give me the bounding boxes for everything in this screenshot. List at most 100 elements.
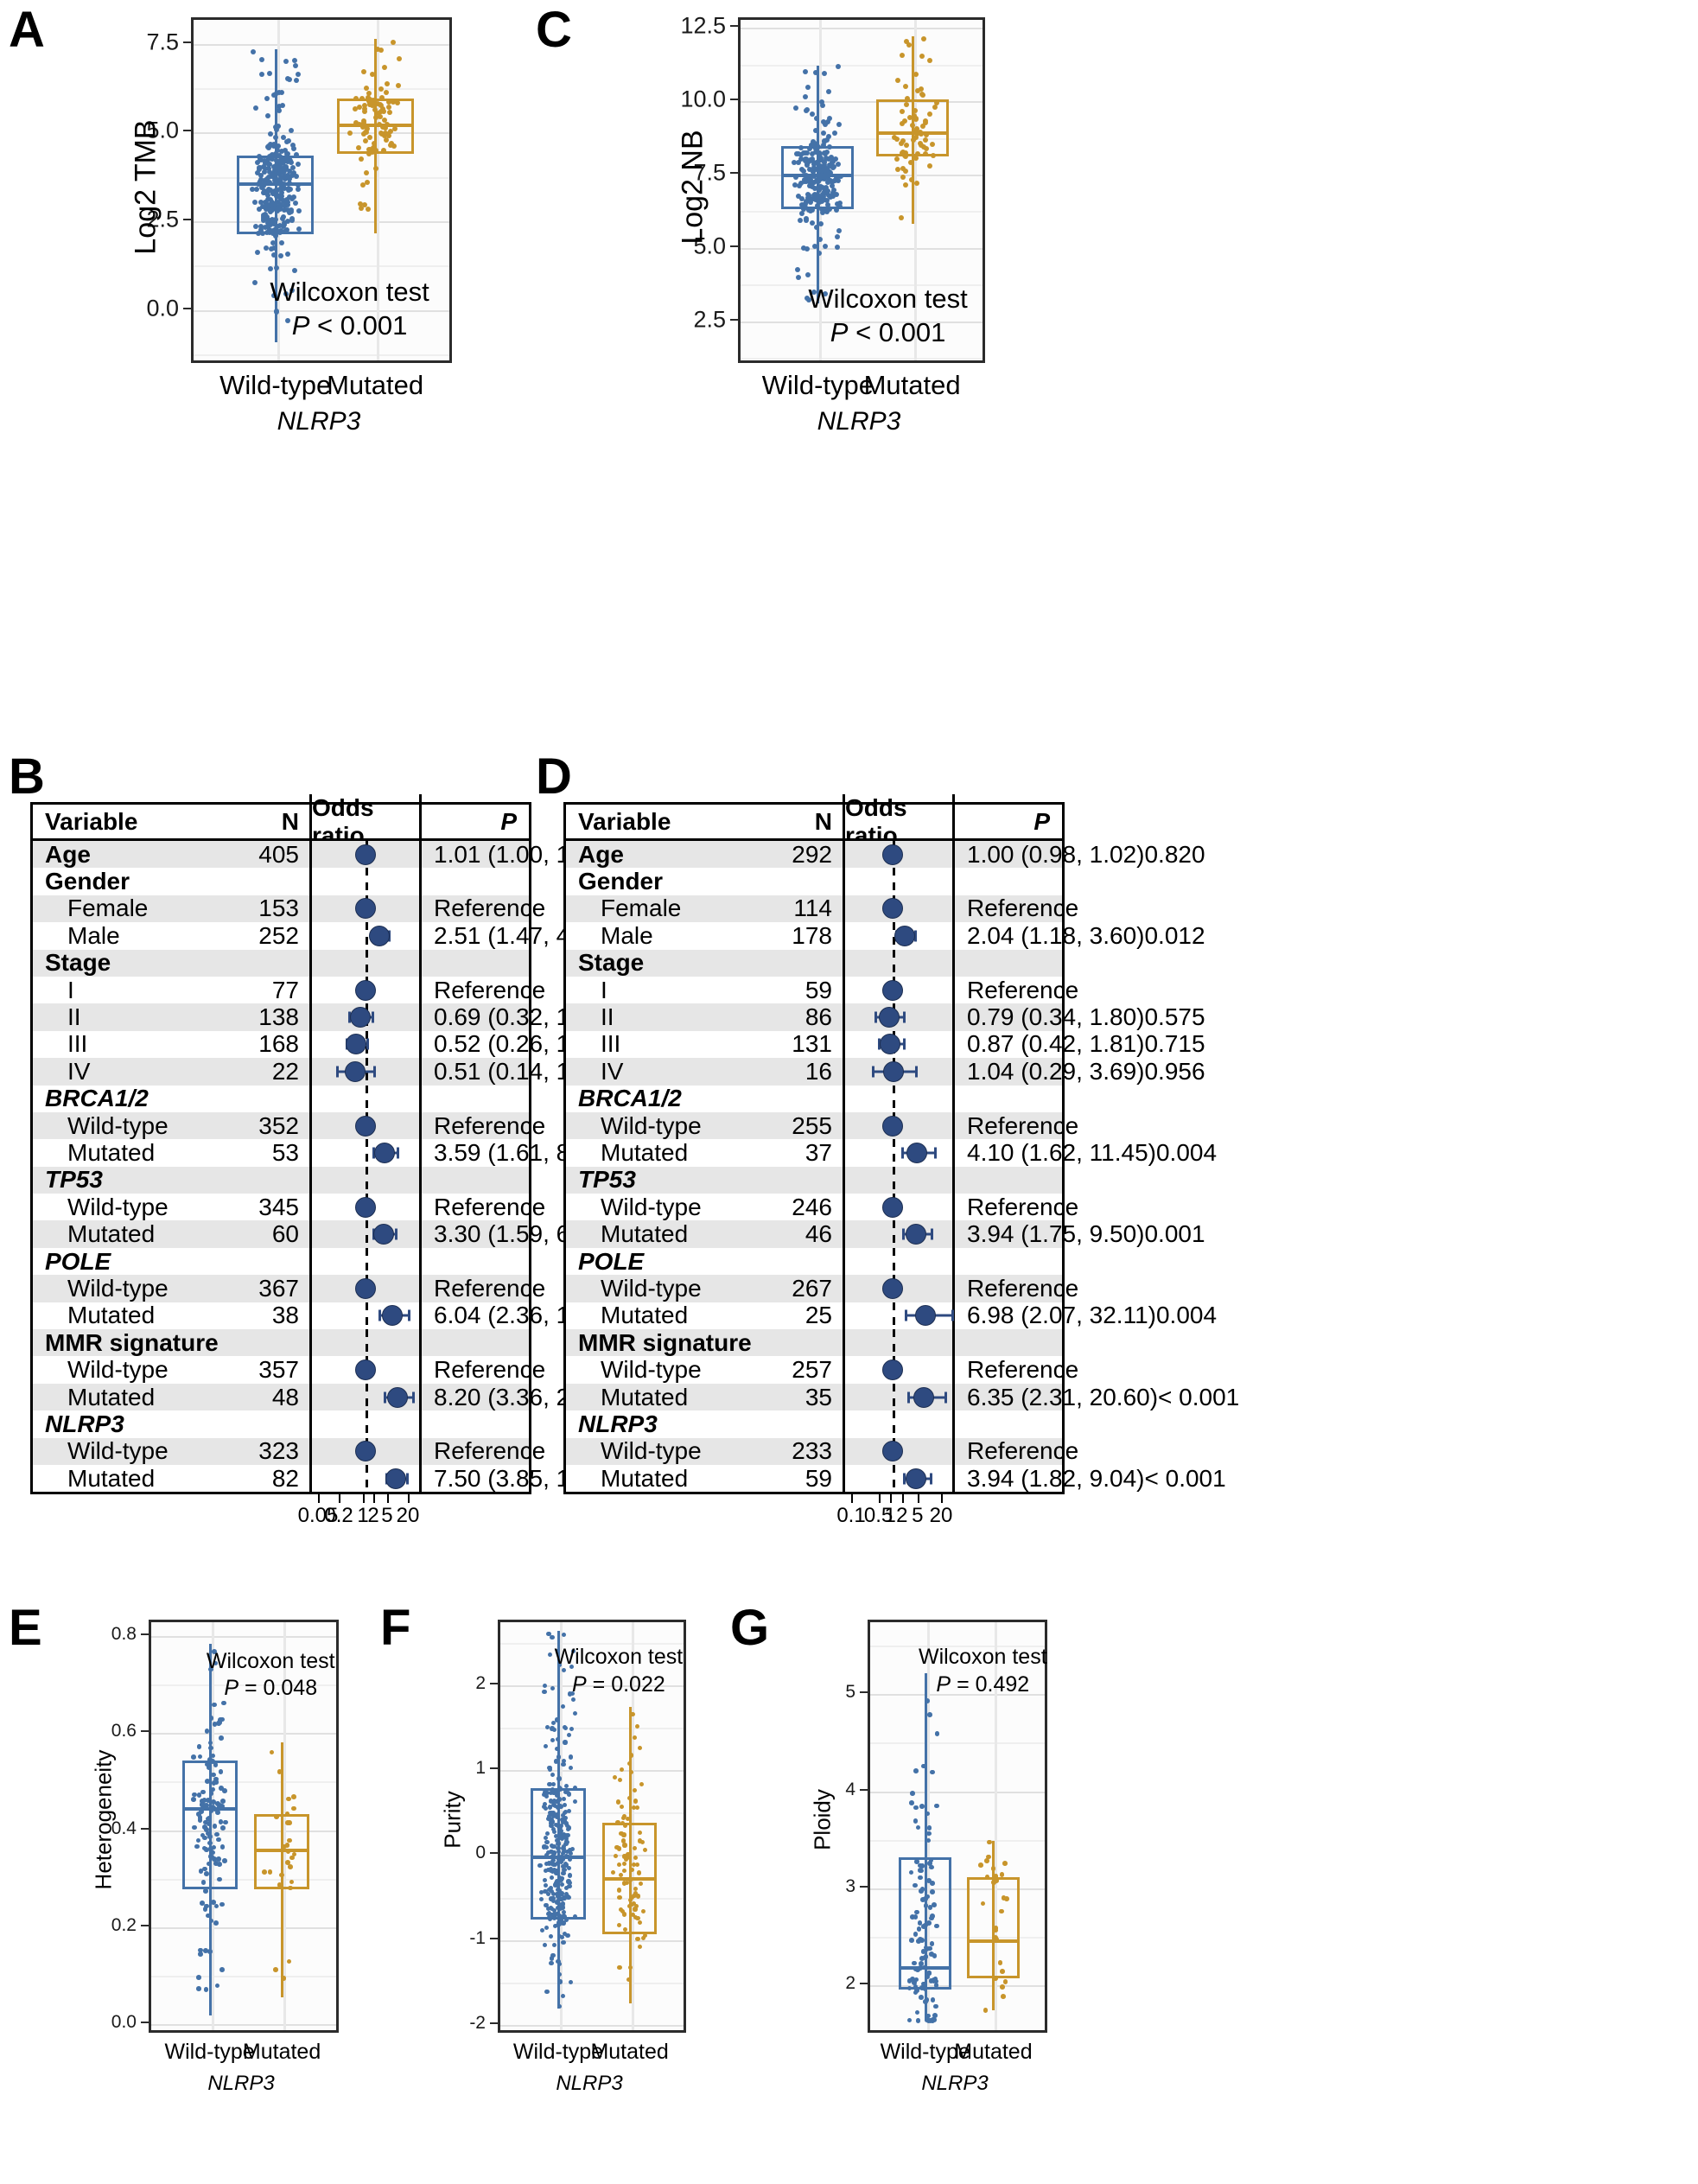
y-axis-tick: [730, 245, 738, 247]
table-row: BRCA1/2: [33, 1085, 529, 1112]
reference-line: [366, 922, 368, 950]
cell-forest-plot: [309, 1111, 422, 1140]
reference-line: [366, 868, 368, 895]
cell-variable: Mutated: [601, 1383, 689, 1410]
cell-forest-plot: [309, 1085, 422, 1112]
odds-ratio-point: [368, 925, 390, 946]
data-point: [550, 1634, 555, 1640]
x-axis-category-wild-type: Wild-type: [219, 370, 332, 400]
data-point: [547, 1652, 552, 1658]
cell-result-group: 1.04 (0.29, 3.69) 0.956: [955, 1058, 1205, 1086]
x-axis-category-wild-type: Wild-type: [761, 370, 874, 400]
table-row: NLRP3: [566, 1410, 1062, 1438]
data-point: [358, 156, 364, 162]
cell-result-group: 2.04 (1.18, 3.60) 0.012: [955, 922, 1205, 950]
wilcoxon-label: Wilcoxon test: [554, 1645, 684, 1670]
table-header-row: Variable N Odds ratio P: [566, 793, 1062, 850]
gridline: [500, 1812, 684, 1815]
cell-n: 35: [804, 1383, 832, 1410]
cell-forest-plot: [309, 1139, 422, 1167]
table-row: II 86 0.79 (0.34, 1.80) 0.575: [566, 1003, 1205, 1031]
cell-n: 131: [792, 1030, 832, 1058]
y-axis-tick: [490, 1682, 498, 1684]
p-value-label: P = 0.492: [936, 1671, 1030, 1697]
confidence-interval-cap: [411, 1391, 415, 1403]
odds-ratio-point: [349, 1007, 371, 1028]
scale-tick: [339, 1493, 341, 1503]
table-row: Wild-type 255 Reference: [566, 1111, 1078, 1140]
cell-result-group: Reference: [422, 1356, 545, 1384]
cell-odds-ratio-text: Reference: [967, 976, 1079, 1003]
cell-result-group: Reference: [422, 895, 545, 922]
data-point: [811, 243, 817, 249]
cell-variable: POLE: [578, 1247, 645, 1275]
cell-forest-plot: [309, 1302, 422, 1330]
data-point: [207, 1949, 213, 1954]
data-point: [196, 1975, 201, 1980]
scale-tick: [363, 1493, 365, 1503]
table-row: Wild-type 323 Reference: [33, 1437, 545, 1465]
cell-odds-ratio-text: 1.04 (0.29, 3.69): [967, 1057, 1145, 1085]
data-point: [397, 55, 403, 61]
y-axis-tick: [183, 130, 191, 132]
cell-odds-ratio-text: Reference: [967, 1193, 1079, 1220]
data-point: [284, 76, 290, 82]
odds-ratio-point: [345, 1034, 366, 1055]
data-point: [196, 1744, 202, 1749]
data-point: [556, 1776, 562, 1781]
data-point: [291, 1805, 296, 1812]
data-point: [290, 1794, 296, 1799]
cell-odds-ratio-text: 0.79 (0.34, 1.80): [967, 1003, 1145, 1031]
gridline: [194, 265, 449, 268]
x-axis-category-mutated: Mutated: [863, 370, 961, 400]
data-point: [1000, 1994, 1006, 1999]
confidence-interval-cap: [373, 1066, 376, 1078]
odds-ratio-point: [882, 898, 904, 920]
data-point: [920, 35, 926, 41]
cell-forest-plot: [309, 1166, 422, 1194]
odds-ratio-point: [906, 1142, 927, 1163]
cell-result-group: Reference: [422, 1275, 545, 1302]
table-row: Mutated 35 6.35 (2.31, 20.60) < 0.001: [566, 1383, 1239, 1411]
cell-n: 367: [258, 1274, 299, 1302]
cell-forest-plot: [309, 1220, 422, 1248]
reference-line: [893, 1329, 896, 1357]
table-header-row: Variable N Odds ratio P: [33, 793, 529, 850]
data-point: [204, 1903, 209, 1909]
data-point: [922, 1999, 928, 2004]
y-axis-title: Ploidy: [809, 1789, 836, 1850]
cell-n: 38: [271, 1302, 299, 1329]
table-row: BRCA1/2: [566, 1085, 1062, 1112]
cell-result-group: Reference: [955, 1437, 1078, 1465]
cell-forest-plot: [843, 976, 955, 1004]
table-row: Mutated 37 4.10 (1.62, 11.45) 0.004: [566, 1139, 1217, 1167]
data-point: [208, 1715, 214, 1721]
reference-line: [893, 949, 896, 977]
reference-line: [366, 1166, 368, 1194]
odds-ratio-point: [882, 979, 904, 1001]
data-point: [373, 165, 379, 171]
reference-line: [893, 1383, 896, 1411]
table-row: TP53: [566, 1166, 1062, 1194]
data-point: [898, 214, 904, 220]
p-value-label: P < 0.001: [830, 317, 946, 348]
data-point: [557, 1933, 563, 1939]
data-point: [561, 1633, 566, 1638]
data-point: [909, 1800, 914, 1805]
cell-variable: Wild-type: [601, 1111, 702, 1139]
data-point: [363, 85, 369, 91]
y-axis-tick: [183, 41, 191, 43]
wilcoxon-label: Wilcoxon test: [918, 1645, 1047, 1670]
cell-forest-plot: [309, 1003, 422, 1031]
cell-result-group: Reference: [955, 1356, 1078, 1384]
cell-variable: Mutated: [601, 1139, 689, 1166]
odds-ratio-point: [882, 1277, 904, 1299]
cell-n: 48: [271, 1383, 299, 1410]
data-point: [191, 1754, 196, 1760]
boxplot-panel-c: 2.5 5.0 7.5 10.0 12.5 Log2 NB Wild-type Mutated…: [641, 12, 985, 436]
cell-odds-ratio-text: 6.35 (2.31, 20.60): [967, 1383, 1159, 1410]
data-point: [366, 91, 372, 97]
scale-tick: [941, 1493, 943, 1503]
table-row: MMR signature: [33, 1329, 529, 1357]
scale-tick-label: 1: [884, 1503, 896, 1527]
